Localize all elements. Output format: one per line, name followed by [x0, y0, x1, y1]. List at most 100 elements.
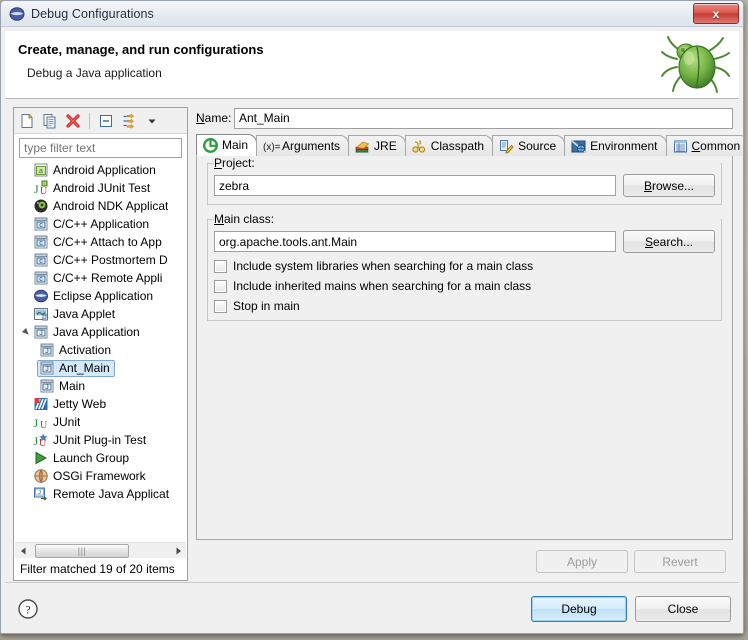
red-x-delete-icon[interactable]	[63, 111, 83, 131]
android-junit-icon: JU	[33, 180, 49, 197]
page-title: Create, manage, and run configurations	[18, 42, 264, 57]
svg-text:J: J	[34, 416, 39, 430]
dialog-footer: ? Debug Close	[5, 582, 739, 633]
tree-item-android-ndk-applicat[interactable]: Android NDK Applicat	[14, 197, 187, 215]
project-group: Project: Browse...	[207, 156, 722, 205]
eclipse-app-icon	[33, 288, 49, 304]
cpp-app-icon: c	[33, 252, 49, 268]
tree-item-label: Main	[59, 379, 86, 393]
revert-button[interactable]: Revert	[634, 550, 726, 573]
scroll-left-arrow-icon[interactable]	[15, 543, 31, 559]
tab-arguments[interactable]: (x)= Arguments	[256, 135, 350, 156]
tree-item-label: JUnit Plug-in Test	[53, 433, 147, 447]
window-title-bar: Debug Configurations x	[1, 1, 743, 27]
tree-item-label: Android JUnit Test	[53, 181, 151, 195]
debug-button[interactable]: Debug	[531, 595, 627, 622]
scroll-right-arrow-icon[interactable]	[170, 543, 186, 559]
java-launch-icon: J	[39, 360, 55, 376]
android-ndk-icon	[33, 198, 49, 214]
svg-text:?: ?	[25, 602, 30, 616]
checkbox-row-stop-in-main[interactable]: Stop in main	[214, 299, 715, 313]
apply-revert-row: Apply Revert	[536, 550, 726, 573]
tree-item-activation[interactable]: J Activation	[14, 341, 187, 359]
tree-item-c-c-postmortem-d[interactable]: c C/C++ Postmortem D	[14, 251, 187, 269]
stop-in-main-checkbox[interactable]	[214, 299, 227, 313]
debug-configurations-dialog: Debug Configurations x Create, manage, a…	[0, 0, 744, 634]
green-circle-arrow-icon	[202, 137, 219, 153]
dialog-body: Create, manage, and run configurations D…	[1, 31, 743, 633]
checkbox-row-system-libraries[interactable]: Include system libraries when searching …	[214, 259, 715, 273]
collapse-all-button[interactable]	[96, 111, 116, 131]
tree-item-launch-group[interactable]: Launch Group	[14, 449, 187, 467]
mainclass-label-rest: ain class:	[224, 212, 275, 226]
scrollbar-grip-icon: |||	[77, 545, 87, 556]
question-mark-help-icon[interactable]: ?	[17, 598, 39, 620]
configuration-type-tree[interactable]: a Android Application J U Android JUnit Test…	[14, 161, 187, 540]
browse-label-rest: rowse...	[652, 178, 695, 193]
tab-source[interactable]: Source	[492, 135, 566, 156]
browse-button[interactable]: Browse...	[623, 174, 715, 197]
tree-item-main[interactable]: J Main	[14, 377, 187, 395]
cpp-app-icon: c	[33, 234, 49, 250]
tree-item-content: J U JUnit	[33, 414, 81, 431]
search-label-rest: earch...	[652, 234, 694, 249]
tree-item-content: Eclipse Application	[33, 288, 153, 304]
search-input[interactable]	[19, 138, 182, 158]
project-input[interactable]	[214, 175, 616, 196]
tree-item-content: J Java Applet	[33, 306, 115, 322]
tab-environment[interactable]: Environment	[564, 135, 667, 156]
config-name-input[interactable]	[234, 107, 733, 129]
tree-item-jetty-web[interactable]: Jetty Web	[14, 395, 187, 413]
osgi-framework-icon	[33, 468, 49, 484]
include-system-libraries-checkbox[interactable]	[214, 259, 227, 273]
tree-item-ant-main[interactable]: J Ant_Main	[14, 359, 187, 377]
dialog-header-banner: Create, manage, and run configurations D…	[5, 31, 739, 99]
search-button[interactable]: Search...	[623, 230, 715, 253]
tree-item-c-c-remote-appli[interactable]: c C/C++ Remote Appli	[14, 269, 187, 287]
expand-arrow-icon[interactable]	[20, 327, 33, 337]
filter-arrows-icon[interactable]	[119, 111, 139, 131]
duplicate-launch-configuration-button[interactable]	[40, 111, 60, 131]
scrollbar-thumb[interactable]: |||	[35, 543, 129, 558]
svg-text:U: U	[40, 420, 48, 430]
svg-text:J: J	[39, 330, 43, 337]
include-inherited-mains-checkbox[interactable]	[214, 279, 227, 293]
tree-item-junit-plug-in-test[interactable]: J U JUnit Plug-in Test	[14, 431, 187, 449]
main-class-input[interactable]	[214, 231, 616, 252]
svg-text:(x)=: (x)=	[263, 142, 281, 153]
tree-item-c-c-attach-to-app[interactable]: c C/C++ Attach to App	[14, 233, 187, 251]
remote-java-app-icon: J	[33, 486, 49, 502]
tree-item-remote-java-applicat[interactable]: J Remote Java Applicat	[14, 485, 187, 503]
tree-item-label: Remote Java Applicat	[53, 487, 170, 501]
tree-item-junit[interactable]: J U JUnit	[14, 413, 187, 431]
cancel-button[interactable]: Close	[635, 595, 731, 622]
checkbox-row-inherited-mains[interactable]: Include inherited mains when searching f…	[214, 279, 715, 293]
tab-classpath[interactable]: Classpath	[404, 135, 494, 156]
close-icon: x	[712, 6, 720, 21]
include-inherited-mains-label: Include inherited mains when searching f…	[233, 279, 532, 293]
svg-text:J: J	[34, 434, 39, 448]
tree-item-content: OSGi Framework	[33, 468, 146, 484]
tree-item-java-applet[interactable]: J Java Applet	[14, 305, 187, 323]
config-name-label: Name:	[196, 111, 232, 125]
tree-item-android-junit-test[interactable]: J U Android JUnit Test	[14, 179, 187, 197]
tab-common[interactable]: Common	[665, 135, 743, 156]
chevron-down-icon[interactable]	[142, 111, 162, 131]
classpath-links-icon	[412, 139, 427, 154]
tree-item-java-application[interactable]: J Java Application	[14, 323, 187, 341]
tab-jre[interactable]: JRE	[348, 135, 406, 156]
tree-item-android-application[interactable]: a Android Application	[14, 161, 187, 179]
tab-main[interactable]: Main	[196, 134, 258, 156]
tree-item-eclipse-application[interactable]: Eclipse Application	[14, 287, 187, 305]
scrollbar-track[interactable]: |||	[31, 542, 170, 559]
tree-item-c-c-application[interactable]: c C/C++ Application	[14, 215, 187, 233]
window-close-button[interactable]: x	[693, 3, 739, 24]
main-tab-panel: Project: Browse... Main class:	[196, 154, 733, 573]
new-launch-configuration-button[interactable]	[17, 111, 37, 131]
tree-horizontal-scrollbar[interactable]: |||	[15, 542, 186, 559]
tree-item-content: J Main	[39, 378, 85, 394]
tree-item-content: Jetty Web	[33, 396, 106, 412]
filter-field-wrapper	[14, 134, 187, 161]
tree-item-osgi-framework[interactable]: OSGi Framework	[14, 467, 187, 485]
apply-button[interactable]: Apply	[536, 550, 628, 573]
